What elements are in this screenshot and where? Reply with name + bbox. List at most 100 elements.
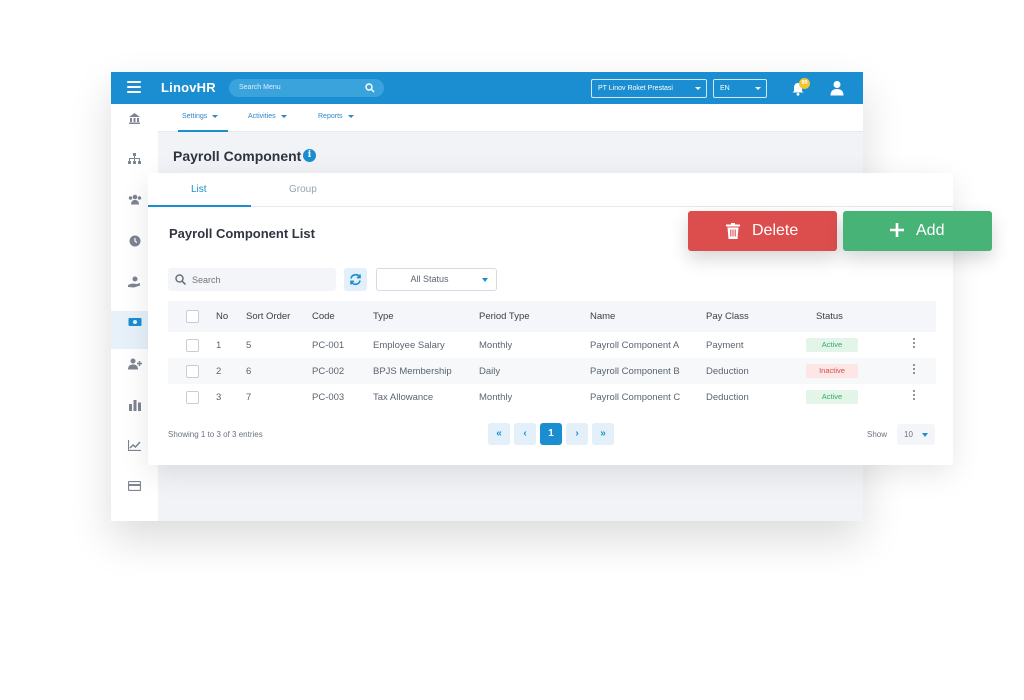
brand-logo[interactable]: LinovHR [161, 80, 216, 95]
row-select-cell [168, 358, 216, 384]
nav-activities-label: Activities [248, 113, 276, 120]
nav-settings[interactable]: Settings [182, 113, 219, 120]
table-row[interactable]: 2 6 PC-002 BPJS Membership Daily Payroll… [168, 358, 936, 384]
chevron-down-icon [482, 278, 488, 282]
sub-navigation: Settings Activities Reports [158, 104, 863, 132]
list-title: Payroll Component List [169, 226, 315, 241]
column-header[interactable]: Type [373, 301, 479, 332]
column-header[interactable]: Code [312, 301, 373, 332]
cell-name: Payroll Component B [590, 358, 706, 384]
column-header-actions [892, 301, 936, 332]
column-header[interactable]: Name [590, 301, 706, 332]
cell-period-type: Monthly [479, 339, 513, 351]
top-bar: LinovHR Search Menu PT Linov Roket Prest… [111, 72, 863, 104]
page-size-select[interactable]: 10 [897, 424, 935, 445]
table-row[interactable]: 3 7 PC-003 Tax Allowance Monthly Payroll… [168, 384, 936, 410]
select-all-checkbox[interactable] [186, 310, 199, 323]
row-checkbox[interactable] [186, 364, 199, 378]
payroll-component-table: No Sort Order Code Type Period Type Name… [168, 301, 936, 410]
money-icon [128, 318, 141, 326]
user-avatar-button[interactable] [830, 80, 844, 101]
table-row[interactable]: 1 5 PC-001 Employee Salary Monthly Payro… [168, 332, 936, 358]
tab-list[interactable]: List [191, 184, 207, 195]
row-select-cell [168, 332, 216, 358]
nav-activities[interactable]: Activities [248, 113, 287, 120]
notification-button[interactable]: 99 [791, 78, 810, 101]
chevron-down-icon [755, 87, 761, 90]
bar-chart-icon [128, 400, 141, 411]
more-vertical-icon[interactable] [912, 363, 916, 376]
add-button[interactable]: Add [843, 211, 992, 251]
plus-icon [890, 223, 904, 237]
entries-info: Showing 1 to 3 of 3 entries [168, 430, 263, 439]
sidebar-item-loan[interactable] [111, 475, 158, 513]
status-filter-select[interactable]: All Status [376, 268, 497, 291]
tab-bar: List Group [148, 173, 953, 207]
first-page-button[interactable]: « [488, 423, 510, 445]
search-field[interactable] [168, 268, 336, 291]
search-icon [175, 274, 186, 285]
search-input[interactable] [192, 268, 332, 291]
more-vertical-icon[interactable] [912, 337, 916, 350]
chevron-down-icon [347, 114, 354, 118]
cell-code: PC-003 [312, 391, 345, 403]
sidebar-item-dashboard[interactable] [111, 106, 158, 144]
cell-pay-class: Deduction [706, 391, 749, 403]
building-icon [129, 113, 140, 124]
company-select[interactable]: PT Linov Roket Prestasi [591, 79, 707, 98]
tab-group[interactable]: Group [289, 184, 317, 195]
status-cell: Active [806, 384, 892, 410]
table-header-row: No Sort Order Code Type Period Type Name… [168, 301, 936, 332]
refresh-button[interactable] [344, 268, 367, 291]
status-cell: Inactive [806, 358, 892, 384]
last-page-button[interactable]: » [592, 423, 614, 445]
column-header[interactable]: Pay Class [706, 301, 806, 332]
cell-sort-order: 5 [246, 339, 252, 351]
cell-name: Payroll Component A [590, 339, 680, 351]
row-select-cell [168, 384, 216, 410]
status-cell: Active [806, 332, 892, 358]
info-icon[interactable]: i [303, 149, 316, 162]
company-select-value: PT Linov Roket Prestasi [598, 85, 673, 92]
actions-cell [892, 358, 936, 384]
more-vertical-icon[interactable] [912, 389, 916, 402]
notification-badge: 99 [799, 78, 810, 89]
users-icon [128, 194, 141, 205]
next-page-button[interactable]: › [566, 423, 588, 445]
refresh-icon [350, 273, 361, 286]
delete-button[interactable]: Delete [688, 211, 837, 251]
current-page-button[interactable]: 1 [540, 423, 562, 445]
column-header[interactable]: No [216, 301, 246, 332]
actions-cell [892, 384, 936, 410]
cell-pay-class: Deduction [706, 358, 806, 384]
cell-code: PC-002 [312, 358, 373, 384]
column-header[interactable]: Status [806, 301, 892, 332]
cell-period-type: Daily [479, 358, 590, 384]
column-header[interactable]: Sort Order [246, 301, 312, 332]
row-checkbox[interactable] [186, 338, 199, 352]
nav-settings-label: Settings [182, 113, 208, 120]
search-icon [365, 83, 375, 93]
cell-type: BPJS Membership [373, 358, 479, 384]
nav-reports[interactable]: Reports [318, 113, 354, 120]
prev-page-button[interactable]: ‹ [514, 423, 536, 445]
hamburger-menu-icon[interactable] [127, 81, 141, 95]
cell-type: Tax Allowance [373, 391, 434, 403]
status-badge: Active [806, 338, 858, 352]
active-nav-underline [178, 130, 228, 132]
nav-reports-label: Reports [318, 113, 343, 120]
chevron-down-icon [922, 433, 928, 437]
cell-sort-order: 6 [246, 358, 312, 384]
menu-search-input[interactable]: Search Menu [229, 79, 384, 97]
clock-icon [129, 235, 140, 247]
status-badge: Inactive [806, 364, 858, 378]
org-chart-icon [128, 153, 141, 164]
row-checkbox[interactable] [186, 390, 199, 404]
cell-type: Employee Salary [373, 339, 445, 351]
menu-search-placeholder: Search Menu [239, 84, 281, 91]
language-select[interactable]: EN [713, 79, 767, 98]
cell-no: 1 [216, 339, 222, 351]
active-tab-underline [148, 205, 251, 207]
column-header[interactable]: Period Type [479, 301, 590, 332]
user-icon [830, 81, 844, 96]
